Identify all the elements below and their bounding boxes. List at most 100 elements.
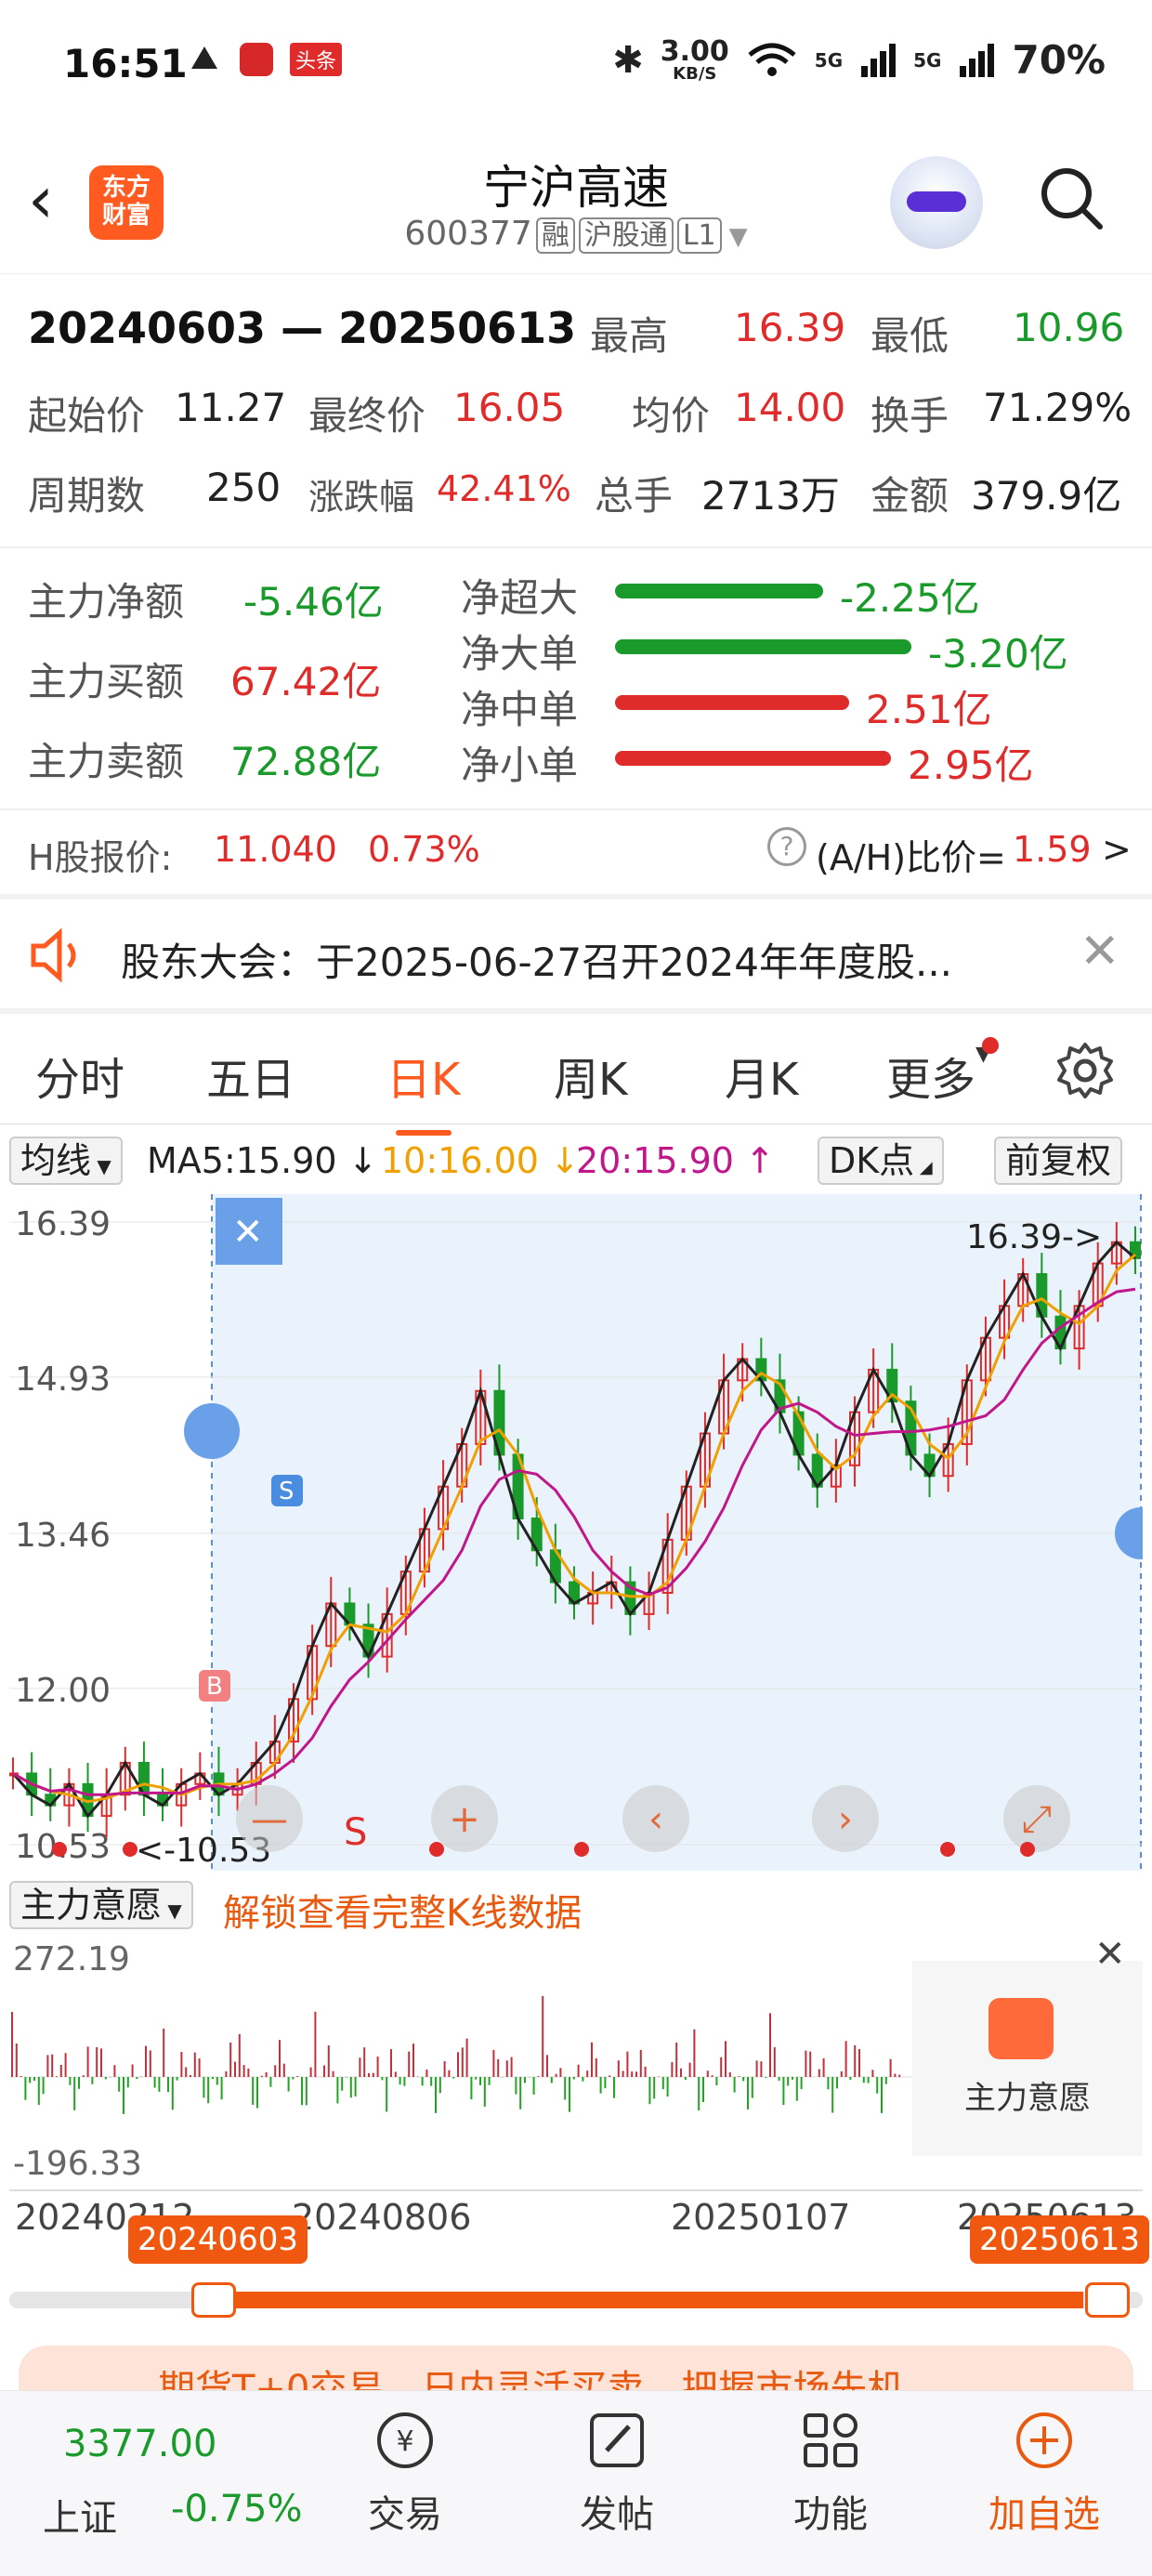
capital-bar — [795, 2077, 798, 2101]
capital-bar — [238, 2033, 241, 2077]
capital-bar — [760, 2061, 763, 2077]
capital-bar — [56, 2076, 58, 2077]
adjust-button[interactable]: 前复权 — [994, 1137, 1123, 1185]
search-icon[interactable] — [1039, 165, 1104, 230]
tab-daily-k[interactable]: 日K — [386, 1043, 460, 1136]
capital-panel-header: 主力意愿 ▼ 解锁查看完整K线数据 — [9, 1879, 1143, 1935]
assistant-robot-icon[interactable] — [890, 156, 983, 249]
capital-bar — [894, 2073, 897, 2077]
signal-dot — [940, 1842, 955, 1857]
capital-bar — [349, 2077, 352, 2098]
fund-bar-label: 净中单 — [461, 687, 579, 732]
capital-bar — [631, 2071, 634, 2077]
capital-bar — [582, 2077, 584, 2082]
turnover-value: 71.29% — [983, 385, 1132, 430]
capital-bar — [203, 2077, 205, 2098]
index-value[interactable]: 3377.00 — [63, 2423, 216, 2465]
nav-add-watchlist[interactable]: 加自选 — [970, 2408, 1119, 2538]
timeline-axis — [9, 2189, 1143, 2191]
kline-chart[interactable]: 16.3914.9313.4612.0010.5316.39-><-10.53B… — [7, 1194, 1152, 1871]
capital-bar — [586, 2070, 589, 2077]
status-bar: 16:51 头条 ✱ 3.00 KB/S 5G 5G 70% — [0, 0, 1152, 139]
capital-bar — [461, 2047, 464, 2077]
nav-trade[interactable]: ¥ 交易 — [331, 2408, 479, 2538]
capital-bar — [840, 2070, 843, 2077]
capital-bar — [301, 2077, 303, 2106]
index-change[interactable]: -0.75% — [171, 2488, 303, 2530]
tab-five-day[interactable]: 五日 — [206, 1043, 295, 1108]
capital-bar — [475, 2077, 478, 2080]
fund-bar — [615, 584, 823, 598]
capital-bar — [435, 2077, 437, 2113]
chart-control-icon: + — [449, 1798, 480, 1841]
capital-bar — [546, 2055, 548, 2077]
capital-bar — [702, 2077, 704, 2102]
capital-bar — [309, 2067, 312, 2077]
capital-bar — [448, 2070, 451, 2077]
capital-bar — [537, 2076, 540, 2077]
range-end-handle[interactable] — [1085, 2282, 1130, 2318]
capital-chart: 272.19 -196.33 主力意愿 ✕ — [9, 1933, 1143, 2184]
capital-bar — [715, 2077, 718, 2086]
capital-bar — [671, 2061, 674, 2077]
amount-label: 金额 — [871, 473, 949, 519]
capital-bar — [751, 2077, 753, 2098]
dropdown-triangle-icon: ▼ — [91, 1155, 111, 1177]
close-icon[interactable]: ✕ — [1080, 924, 1120, 979]
capital-bar — [613, 2077, 615, 2098]
unlock-link[interactable]: 解锁查看完整K线数据 — [223, 1883, 582, 1937]
indicator-select[interactable]: 均线 ▼ — [9, 1137, 123, 1185]
capital-bar — [492, 2049, 495, 2077]
capital-bar — [220, 2077, 223, 2100]
app-badge: 头条 — [290, 43, 343, 76]
range-start-handle[interactable] — [191, 2282, 236, 2318]
dk-point-button[interactable]: DK点 ◢ — [818, 1137, 944, 1185]
capital-bar — [247, 2068, 250, 2077]
signal-dot — [574, 1842, 589, 1857]
grid-apps-icon — [804, 2413, 857, 2467]
nav-post[interactable]: 发帖 — [543, 2408, 691, 2538]
end-value: 16.05 — [453, 385, 566, 430]
tab-more[interactable]: 更多▼ — [886, 1037, 999, 1108]
main-buy-value: 67.42亿 — [230, 659, 382, 704]
capital-bar — [635, 2071, 637, 2077]
settings-gear-icon[interactable] — [1055, 1041, 1115, 1100]
chart-tabs: 分时 五日 日K 周K 月K 更多▼ — [0, 1013, 1152, 1136]
capital-bar — [167, 2077, 169, 2093]
main-buy-label: 主力买额 — [28, 659, 185, 704]
kline-svg[interactable]: 16.3914.9313.4612.0010.5316.39-><-10.53B… — [7, 1194, 1152, 1871]
capital-overlay-card[interactable]: 主力意愿 — [912, 1961, 1143, 2156]
tab-intraday[interactable]: 分时 — [35, 1043, 124, 1108]
capital-bar — [569, 2077, 570, 2112]
capital-bar — [296, 2076, 299, 2077]
help-icon[interactable]: ? — [767, 827, 806, 866]
nav-functions[interactable]: 功能 — [756, 2408, 905, 2538]
tab-weekly-k[interactable]: 周K — [554, 1043, 627, 1108]
net-speed: 3.00 KB/S — [661, 37, 729, 83]
battery-level: 70% — [1012, 37, 1106, 83]
capital-bar — [720, 2057, 723, 2077]
index-name[interactable]: 上证 — [43, 2488, 117, 2542]
signal-dot — [123, 1842, 137, 1857]
capital-bar — [368, 2072, 370, 2077]
date-label: 20240806 — [292, 2197, 472, 2238]
tab-monthly-k[interactable]: 月K — [725, 1043, 798, 1108]
change-value: 42.41% — [437, 468, 571, 509]
sell-signal-text: S — [344, 1811, 367, 1854]
capital-bar — [346, 2077, 347, 2078]
y-tick-label: 14.93 — [15, 1360, 111, 1399]
close-icon[interactable]: ✕ — [1094, 1933, 1126, 1976]
corner-triangle-icon: ◢ — [914, 1158, 933, 1177]
capital-bar — [550, 2077, 553, 2083]
capital-bar — [617, 2060, 620, 2077]
fund-bar — [615, 751, 891, 766]
dk-label: DK点 — [829, 1140, 915, 1181]
capital-bar — [871, 2070, 874, 2077]
capital-bar — [118, 2077, 121, 2092]
capital-indicator-select[interactable]: 主力意愿 ▼ — [9, 1881, 193, 1929]
capital-overlay-label: 主力意愿 — [964, 2080, 1091, 2117]
hshare-row[interactable]: H股报价: 11.040 0.73% ? (A/H)比价= 1.59 > — [0, 818, 1152, 892]
capital-bar — [171, 2077, 174, 2110]
low-label: 最低 — [871, 313, 949, 359]
notice-banner[interactable]: 股东大会：于2025-06-27召开2024年年度股... ✕ — [0, 900, 1152, 1011]
